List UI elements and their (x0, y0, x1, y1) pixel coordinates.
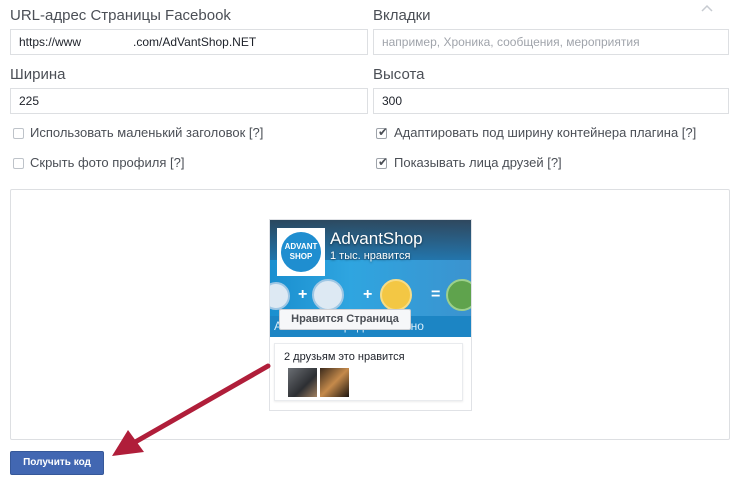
advantshop-logo: ADVANT SHOP (281, 232, 321, 272)
page-name[interactable]: AdvantShop (330, 229, 423, 249)
envelope-icon (380, 279, 412, 311)
friends-like-text: 2 друзьям это нравится (284, 351, 405, 363)
annotation-arrow-icon (112, 363, 271, 456)
friend-avatar[interactable] (320, 368, 349, 397)
small-header-label[interactable]: Использовать маленький заголовок [?] (30, 125, 263, 140)
get-code-button[interactable]: Получить код (10, 451, 104, 475)
equals-icon: = (431, 286, 441, 303)
height-label: Высота (373, 66, 425, 83)
checkmark-icon: ✔ (378, 155, 389, 169)
adapt-width-checkbox[interactable]: ✔ (376, 125, 389, 139)
logo-text-top: ADVANT (284, 242, 318, 251)
hide-cover-label[interactable]: Скрыть фото профиля [?] (30, 155, 184, 170)
like-page-button[interactable]: Нравится Страница (279, 309, 411, 330)
small-header-checkbox[interactable] (13, 128, 24, 139)
cart-icon (312, 279, 344, 311)
hide-cover-checkbox[interactable] (13, 158, 24, 169)
adapt-width-label[interactable]: Адаптировать под ширину контейнера плаги… (394, 125, 696, 140)
plus-icon: + (363, 286, 373, 303)
show-faces-checkbox[interactable]: ✔ (376, 155, 389, 169)
show-faces-label[interactable]: Показывать лица друзей [?] (394, 155, 562, 170)
friends-box: 2 друзьям это нравится (274, 343, 463, 401)
url-input[interactable]: https://www .com/AdVantShop.NET (10, 29, 368, 55)
checkmark-icon: ✔ (378, 125, 389, 139)
url-label: URL-адрес Страницы Facebook (10, 7, 231, 24)
plus-icon: + (298, 286, 308, 303)
cover-graphic-icon (270, 282, 290, 310)
width-label: Ширина (10, 66, 66, 83)
url-value-prefix: https://www (19, 35, 82, 49)
width-input[interactable]: 225 (10, 88, 368, 114)
money-icon (446, 279, 471, 311)
facebook-page-plugin[interactable]: + + = ANTSHOP Продавай по-но ADVANTSHOP … (269, 219, 472, 411)
url-value-suffix: .com/AdVantShop.NET (133, 35, 257, 49)
height-input[interactable]: 300 (373, 88, 729, 114)
url-redaction (81, 35, 134, 50)
tabs-label: Вкладки (373, 7, 431, 24)
tabs-input[interactable]: например, Хроника, сообщения, мероприяти… (373, 29, 729, 55)
page-avatar[interactable]: ADVANT SHOP (277, 228, 325, 276)
page-likes: 1 тыс. нравится (330, 250, 411, 262)
collapse-chevron-icon[interactable] (700, 3, 714, 13)
friend-avatar[interactable] (288, 368, 317, 397)
logo-text-bottom: SHOP (289, 252, 313, 261)
